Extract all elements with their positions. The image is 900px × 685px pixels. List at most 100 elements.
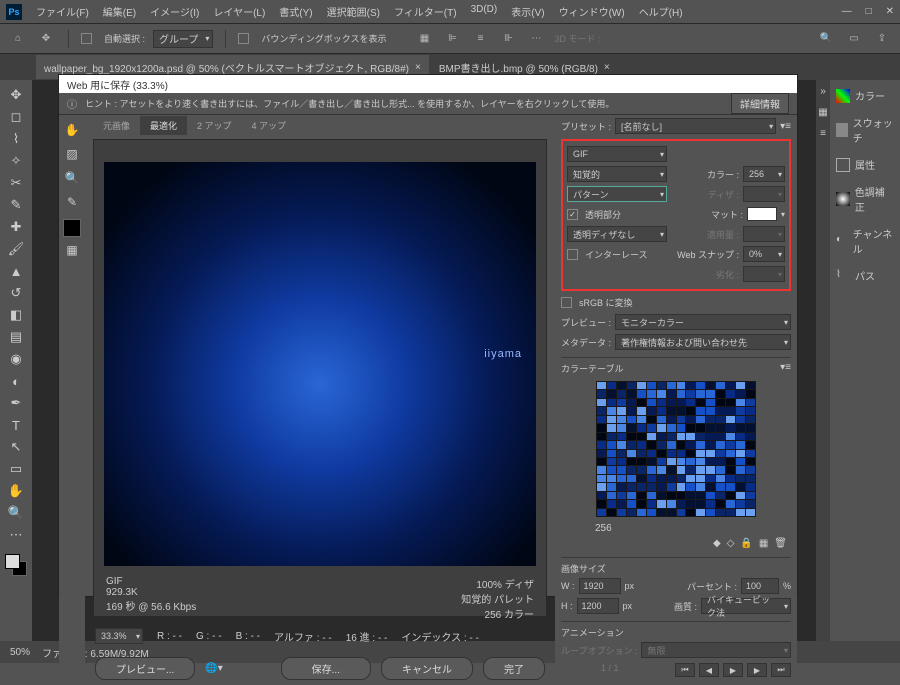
srgb-checkbox[interactable] <box>561 297 572 308</box>
menu-type[interactable]: 書式(Y) <box>273 1 318 22</box>
menu-window[interactable]: ウィンドウ(W) <box>553 1 631 22</box>
matt-swatch[interactable] <box>747 207 777 221</box>
eyedropper-icon[interactable]: ✎ <box>61 191 83 213</box>
align-icon[interactable]: ⊪ <box>499 29 519 49</box>
cancel-button[interactable]: キャンセル <box>381 657 473 680</box>
width-input[interactable]: 1920 <box>579 578 621 594</box>
tab-optimized[interactable]: 最適化 <box>140 116 187 135</box>
tab-original[interactable]: 元画像 <box>93 116 140 135</box>
menu-file[interactable]: ファイル(F) <box>30 1 95 22</box>
detail-button[interactable]: 詳細情報 <box>731 93 789 114</box>
browser-icon[interactable]: 🌐▾ <box>205 663 222 674</box>
percent-input[interactable]: 100 <box>741 578 779 594</box>
zoom-tool-icon[interactable]: 🔍 <box>61 167 83 189</box>
blur-tool-icon[interactable]: ◉ <box>4 348 28 370</box>
quality-dropdown[interactable]: バイキュービック法 <box>701 598 791 614</box>
panel-channels[interactable]: ◐チャンネル <box>834 224 896 258</box>
menu-filter[interactable]: フィルター(T) <box>388 1 463 22</box>
tab-2up[interactable]: 2 アップ <box>187 116 242 135</box>
dodge-tool-icon[interactable]: ◐ <box>4 370 28 392</box>
stamp-tool-icon[interactable]: ▲ <box>4 260 28 282</box>
height-input[interactable]: 1200 <box>577 598 619 614</box>
panel-color[interactable]: カラー <box>834 86 896 105</box>
workspace-icon[interactable]: ▭ <box>844 29 864 49</box>
collapsed-dock[interactable]: » ▦ ≡ <box>816 80 830 641</box>
wand-tool-icon[interactable]: ✧ <box>4 150 28 172</box>
menu-view[interactable]: 表示(V) <box>505 1 550 22</box>
align-icon[interactable]: ⊫ <box>443 29 463 49</box>
flyout-icon[interactable]: ▾≡ <box>780 362 791 373</box>
metadata-dropdown[interactable]: 著作権情報および問い合わせ先 <box>615 334 791 350</box>
path-tool-icon[interactable]: ↖ <box>4 436 28 458</box>
transparency-checkbox[interactable] <box>567 209 578 220</box>
lasso-tool-icon[interactable]: ⌇ <box>4 128 28 150</box>
reduction-dropdown[interactable]: 知覚的 <box>567 166 667 182</box>
menu-select[interactable]: 選択範囲(S) <box>321 1 386 22</box>
gradient-tool-icon[interactable]: ▤ <box>4 326 28 348</box>
panel-adjustments[interactable]: 色調補正 <box>834 182 896 216</box>
preview-dropdown[interactable]: モニターカラー <box>615 314 791 330</box>
type-tool-icon[interactable]: T <box>4 414 28 436</box>
menu-image[interactable]: イメージ(I) <box>144 1 205 22</box>
eraser-tool-icon[interactable]: ◧ <box>4 304 28 326</box>
panel-properties[interactable]: 属性 <box>834 155 896 174</box>
save-button[interactable]: 保存... <box>281 657 371 680</box>
preview-button[interactable]: プレビュー... <box>95 657 195 680</box>
align-icon[interactable]: ⋯ <box>527 29 547 49</box>
menu-3d[interactable]: 3D(D) <box>465 1 504 22</box>
colors-dropdown[interactable]: 256 <box>743 166 785 182</box>
panel-paths[interactable]: ⌇パス <box>834 266 896 285</box>
zoom-tool-icon[interactable]: 🔍 <box>4 502 28 524</box>
interlace-checkbox[interactable] <box>567 249 578 260</box>
history-brush-icon[interactable]: ↺ <box>4 282 28 304</box>
align-icon[interactable]: ≡ <box>471 29 491 49</box>
eyedropper-icon[interactable]: ✎ <box>4 194 28 216</box>
healing-tool-icon[interactable]: ✚ <box>4 216 28 238</box>
search-icon[interactable]: 🔍 <box>816 29 836 49</box>
autoselect-checkbox[interactable] <box>81 33 92 44</box>
flyout-icon[interactable]: ▾≡ <box>780 121 791 132</box>
align-icon[interactable]: ▦ <box>415 29 435 49</box>
crop-tool-icon[interactable]: ✂ <box>4 172 28 194</box>
zoom-dropdown[interactable]: 33.3% <box>95 628 143 644</box>
ct-icon[interactable]: ◇ <box>727 538 735 549</box>
color-table[interactable] <box>596 381 756 517</box>
done-button[interactable]: 完了 <box>483 657 545 680</box>
preview-image[interactable]: iiyama <box>104 162 536 566</box>
color-swatches[interactable] <box>3 552 29 578</box>
expand-icon[interactable]: » <box>820 86 826 97</box>
brush-tool-icon[interactable]: 🖌 <box>4 238 28 260</box>
color-swatch[interactable] <box>63 219 81 237</box>
websnap-dropdown[interactable]: 0% <box>743 246 785 262</box>
move-tool-icon[interactable]: ✥ <box>36 29 56 49</box>
share-icon[interactable]: ⇪ <box>872 29 892 49</box>
slice-vis-icon[interactable]: ▦ <box>61 239 83 261</box>
ct-icon[interactable]: ▦ <box>759 538 768 549</box>
dither-dropdown[interactable]: パターン <box>567 186 667 202</box>
trans-dither-dropdown[interactable]: 透明ディザなし <box>567 226 667 242</box>
menu-layer[interactable]: レイヤー(L) <box>207 1 271 22</box>
panel-icon[interactable]: ▦ <box>818 107 827 118</box>
hand-tool-icon[interactable]: ✋ <box>4 480 28 502</box>
marquee-tool-icon[interactable]: ◻ <box>4 106 28 128</box>
autoselect-dropdown[interactable]: グループ <box>153 30 213 48</box>
close-icon[interactable]: × <box>604 62 610 73</box>
ct-icon[interactable]: 🗑 <box>774 538 787 549</box>
home-icon[interactable]: ⌂ <box>8 29 28 49</box>
panel-swatches[interactable]: スウォッチ <box>834 113 896 147</box>
pen-tool-icon[interactable]: ✒ <box>4 392 28 414</box>
ct-icon[interactable]: ◆ <box>713 538 721 549</box>
more-tools-icon[interactable]: ⋯ <box>4 524 28 546</box>
maximize-icon[interactable]: □ <box>866 6 872 17</box>
tab-4up[interactable]: 4 アップ <box>242 116 297 135</box>
close-icon[interactable]: ✕ <box>886 6 894 17</box>
preset-dropdown[interactable]: [名前なし] <box>615 118 776 134</box>
shape-tool-icon[interactable]: ▭ <box>4 458 28 480</box>
menu-help[interactable]: ヘルプ(H) <box>633 1 689 22</box>
status-zoom[interactable]: 50% <box>10 647 30 658</box>
format-dropdown[interactable]: GIF <box>567 146 667 162</box>
ct-icon[interactable]: 🔒 <box>740 538 752 549</box>
close-icon[interactable]: × <box>415 62 421 73</box>
minimize-icon[interactable]: — <box>842 6 852 17</box>
hand-tool-icon[interactable]: ✋ <box>61 119 83 141</box>
